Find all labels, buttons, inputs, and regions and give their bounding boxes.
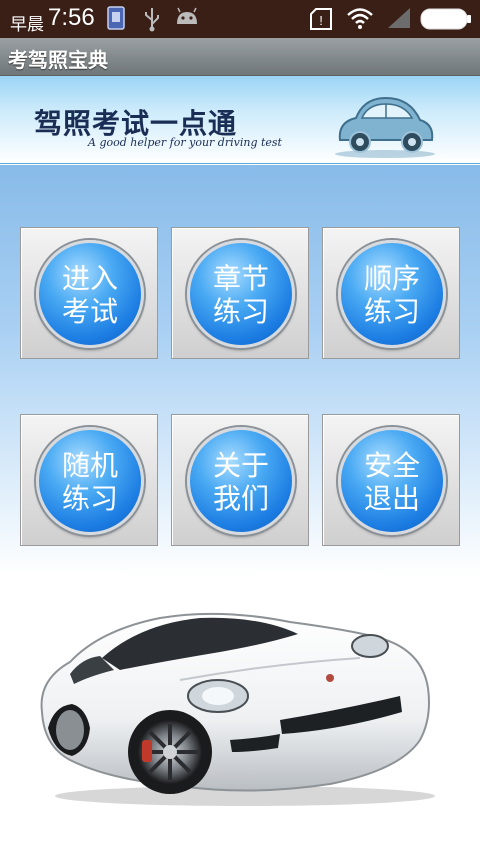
menu-tile-random[interactable]: 随机 练习 <box>20 414 158 546</box>
status-time: 7:56 <box>48 4 95 31</box>
menu-label-line2: 练习 <box>212 295 269 328</box>
menu-label-line2: 考试 <box>61 295 118 328</box>
app-title: 考驾照宝典 <box>8 48 108 72</box>
svg-text:!: ! <box>319 13 323 28</box>
menu-label-line1: 顺序 <box>363 262 420 295</box>
menu-label-line1: 随机 <box>61 449 118 482</box>
battery-icon <box>420 8 471 30</box>
menu-tile-sequential[interactable]: 顺序 练习 <box>322 227 460 359</box>
menu-button-random[interactable]: 随机 练习 <box>36 427 144 535</box>
menu-label-line1: 安全 <box>363 449 420 482</box>
banner-subtitle: A good helper for your driving test <box>88 136 282 149</box>
banner: 驾照考试一点通 A good helper for your driving t… <box>0 76 480 164</box>
menu-label-line2: 练习 <box>61 482 118 515</box>
menu-tile-chapter[interactable]: 章节 练习 <box>171 227 309 359</box>
signal-icon <box>388 8 410 28</box>
menu-tile-exit[interactable]: 安全 退出 <box>322 414 460 546</box>
android-icon <box>177 7 197 24</box>
menu-label-line1: 章节 <box>212 262 269 295</box>
menu-button-chapter[interactable]: 章节 练习 <box>187 240 295 348</box>
menu-button-sequential[interactable]: 顺序 练习 <box>338 240 446 348</box>
notification-icon <box>107 6 125 30</box>
app-title-bar: 考驾照宝典 <box>0 38 480 76</box>
menu-tile-exam[interactable]: 进入 考试 <box>20 227 158 359</box>
status-period: 早晨 <box>10 15 44 35</box>
menu-label-line1: 关于 <box>212 449 269 482</box>
menu-button-about[interactable]: 关于 我们 <box>187 427 295 535</box>
menu-button-exit[interactable]: 安全 退出 <box>338 427 446 535</box>
menu-label-line2: 退出 <box>363 482 420 515</box>
menu-tile-about[interactable]: 关于 我们 <box>171 414 309 546</box>
wifi-icon <box>347 8 373 29</box>
menu-button-exam[interactable]: 进入 考试 <box>36 240 144 348</box>
car-logo-icon <box>335 96 435 158</box>
menu-label-line2: 我们 <box>212 482 269 515</box>
sports-car-image <box>40 612 435 806</box>
menu-label-line1: 进入 <box>61 262 118 295</box>
usb-icon <box>145 8 159 32</box>
menu-label-line2: 练习 <box>363 295 420 328</box>
main-menu-area: 进入 考试 章节 练习 顺序 练习 随机 练习 关于 我们 安全 退出 <box>0 165 480 575</box>
status-bar: 早晨 7:56 ! <box>0 0 480 38</box>
sim-icon: ! <box>310 8 332 30</box>
